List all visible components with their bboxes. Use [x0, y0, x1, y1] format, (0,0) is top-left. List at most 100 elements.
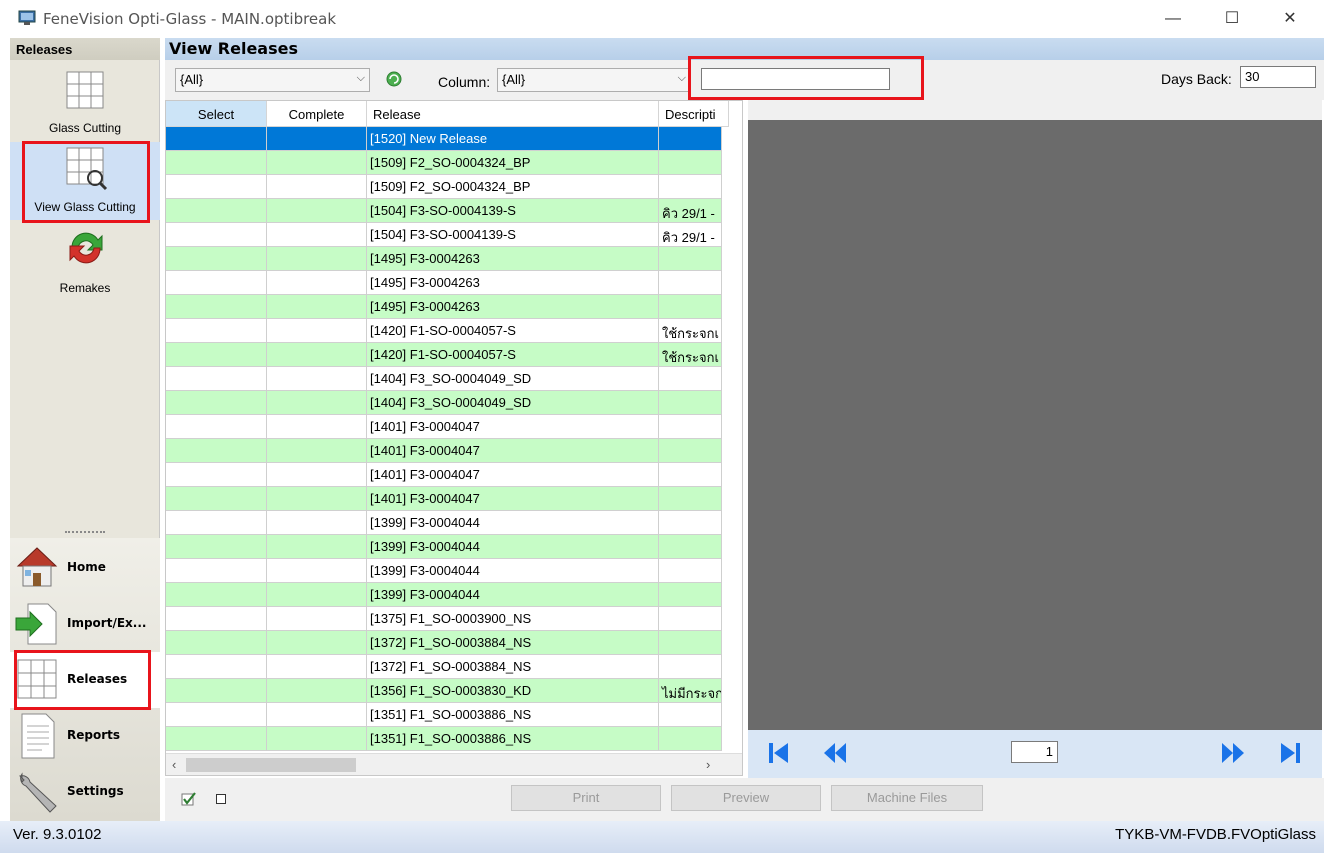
table-row[interactable]: [1495] F3-0004263	[166, 295, 722, 319]
select-cell[interactable]	[166, 247, 267, 271]
refresh-icon[interactable]	[386, 71, 402, 87]
complete-cell[interactable]	[267, 343, 367, 367]
select-cell[interactable]	[166, 151, 267, 175]
table-row[interactable]: [1372] F1_SO-0003884_NS	[166, 631, 722, 655]
select-cell[interactable]	[166, 343, 267, 367]
table-row[interactable]: [1404] F3_SO-0004049_SD	[166, 367, 722, 391]
nav-reports[interactable]: Reports	[10, 708, 160, 764]
select-cell[interactable]	[166, 631, 267, 655]
complete-cell[interactable]	[267, 655, 367, 679]
machine-files-button[interactable]: Machine Files	[831, 785, 983, 811]
complete-cell[interactable]	[267, 175, 367, 199]
table-row[interactable]: [1495] F3-0004263	[166, 247, 722, 271]
preview-button[interactable]: Preview	[671, 785, 821, 811]
scope-dropdown[interactable]: {All} ⌵	[175, 68, 370, 92]
table-row[interactable]: [1372] F1_SO-0003884_NS	[166, 655, 722, 679]
complete-cell[interactable]	[267, 511, 367, 535]
minimize-button[interactable]: —	[1150, 6, 1196, 32]
complete-cell[interactable]	[267, 367, 367, 391]
close-button[interactable]: ✕	[1267, 6, 1313, 32]
select-cell[interactable]	[166, 199, 267, 223]
select-cell[interactable]	[166, 391, 267, 415]
table-row[interactable]: [1404] F3_SO-0004049_SD	[166, 391, 722, 415]
column-header-complete[interactable]: Complete	[267, 101, 367, 127]
complete-cell[interactable]	[267, 535, 367, 559]
table-row[interactable]: [1504] F3-SO-0004139-S คิว 29/1 -	[166, 223, 722, 247]
select-cell[interactable]	[166, 271, 267, 295]
page-number-input[interactable]: 1	[1011, 741, 1058, 763]
select-cell[interactable]	[166, 511, 267, 535]
table-row[interactable]: [1401] F3-0004047	[166, 439, 722, 463]
table-row[interactable]: [1509] F2_SO-0004324_BP	[166, 151, 722, 175]
maximize-button[interactable]: ☐	[1209, 6, 1255, 32]
select-cell[interactable]	[166, 559, 267, 583]
complete-cell[interactable]	[267, 271, 367, 295]
table-row[interactable]: [1399] F3-0004044	[166, 535, 722, 559]
select-cell[interactable]	[166, 679, 267, 703]
complete-cell[interactable]	[267, 319, 367, 343]
complete-cell[interactable]	[267, 607, 367, 631]
complete-cell[interactable]	[267, 223, 367, 247]
select-cell[interactable]	[166, 703, 267, 727]
select-cell[interactable]	[166, 415, 267, 439]
print-button[interactable]: Print	[511, 785, 661, 811]
horizontal-scrollbar[interactable]: ‹ ›	[166, 753, 742, 775]
complete-cell[interactable]	[267, 247, 367, 271]
select-cell[interactable]	[166, 655, 267, 679]
select-cell[interactable]	[166, 295, 267, 319]
column-header-select[interactable]: Select	[166, 101, 267, 127]
select-cell[interactable]	[166, 127, 267, 151]
table-row[interactable]: [1420] F1-SO-0004057-S ใช้กระจกเ	[166, 319, 722, 343]
tool-glass-cutting[interactable]: Glass Cutting	[10, 66, 160, 138]
complete-cell[interactable]	[267, 391, 367, 415]
uncheck-all-checkbox[interactable]	[216, 794, 226, 804]
select-cell[interactable]	[166, 463, 267, 487]
column-header-description[interactable]: Descripti	[659, 101, 729, 127]
nav-home[interactable]: Home	[10, 540, 160, 596]
table-row[interactable]: [1351] F1_SO-0003886_NS	[166, 727, 722, 751]
table-row[interactable]: [1495] F3-0004263	[166, 271, 722, 295]
complete-cell[interactable]	[267, 295, 367, 319]
complete-cell[interactable]	[267, 703, 367, 727]
table-row[interactable]: [1399] F3-0004044	[166, 583, 722, 607]
tool-remakes[interactable]: Remakes	[10, 224, 160, 295]
days-back-input[interactable]: 30	[1240, 66, 1316, 88]
table-row[interactable]: [1351] F1_SO-0003886_NS	[166, 703, 722, 727]
select-cell[interactable]	[166, 175, 267, 199]
table-row[interactable]: [1399] F3-0004044	[166, 511, 722, 535]
select-cell[interactable]	[166, 535, 267, 559]
table-row[interactable]: [1520] New Release	[166, 127, 722, 151]
table-row[interactable]: [1401] F3-0004047	[166, 415, 722, 439]
complete-cell[interactable]	[267, 463, 367, 487]
table-row[interactable]: [1401] F3-0004047	[166, 463, 722, 487]
select-cell[interactable]	[166, 607, 267, 631]
complete-cell[interactable]	[267, 679, 367, 703]
check-all-icon[interactable]	[181, 791, 197, 807]
select-cell[interactable]	[166, 439, 267, 463]
select-cell[interactable]	[166, 583, 267, 607]
select-cell[interactable]	[166, 487, 267, 511]
table-row[interactable]: [1504] F3-SO-0004139-S คิว 29/1 -	[166, 199, 722, 223]
table-row[interactable]: [1399] F3-0004044	[166, 559, 722, 583]
complete-cell[interactable]	[267, 559, 367, 583]
first-page-icon[interactable]	[766, 740, 792, 766]
select-cell[interactable]	[166, 319, 267, 343]
complete-cell[interactable]	[267, 439, 367, 463]
table-row[interactable]: [1401] F3-0004047	[166, 487, 722, 511]
complete-cell[interactable]	[267, 727, 367, 751]
complete-cell[interactable]	[267, 127, 367, 151]
complete-cell[interactable]	[267, 487, 367, 511]
chevron-left-icon[interactable]: ‹	[172, 757, 176, 772]
select-cell[interactable]	[166, 367, 267, 391]
complete-cell[interactable]	[267, 151, 367, 175]
table-row[interactable]: [1420] F1-SO-0004057-S ใช้กระจกเ	[166, 343, 722, 367]
chevron-right-icon[interactable]: ›	[706, 757, 710, 772]
select-cell[interactable]	[166, 727, 267, 751]
scroll-thumb[interactable]	[186, 758, 356, 772]
column-dropdown[interactable]: {All} ⌵	[497, 68, 691, 92]
table-row[interactable]: [1375] F1_SO-0003900_NS	[166, 607, 722, 631]
select-cell[interactable]	[166, 223, 267, 247]
nav-settings[interactable]: Settings	[10, 764, 160, 820]
nav-import-export[interactable]: Import/Ex...	[10, 596, 160, 652]
last-page-icon[interactable]	[1277, 740, 1303, 766]
